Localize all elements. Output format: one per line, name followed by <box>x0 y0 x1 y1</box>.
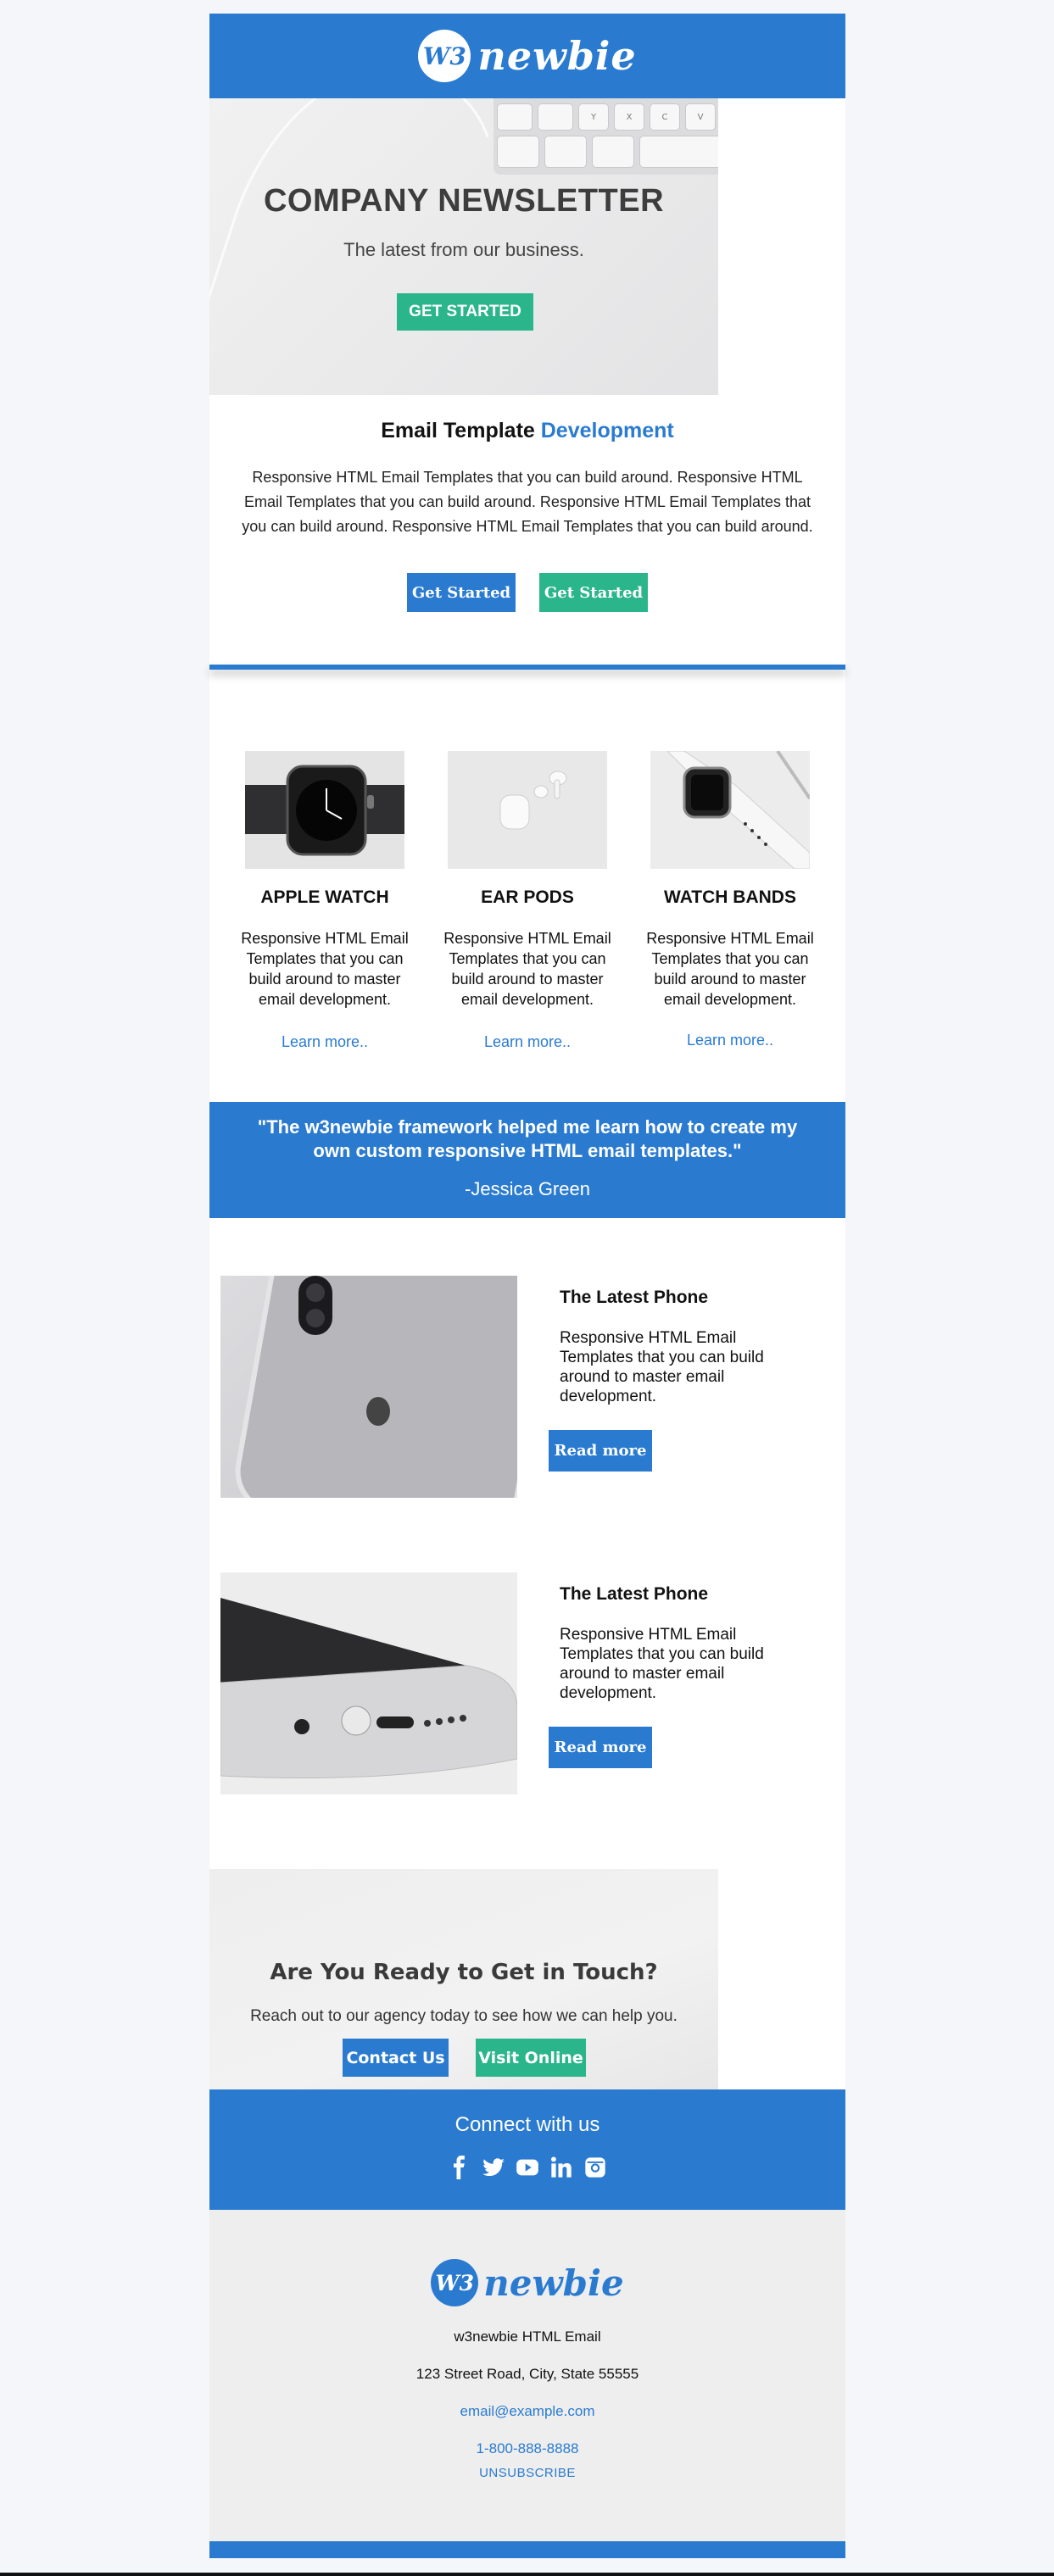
social-icons <box>209 2156 845 2179</box>
learn-more-link[interactable]: Learn more.. <box>640 1032 820 1049</box>
contact-section: Are You Ready to Get in Touch? Reach out… <box>209 1869 718 2089</box>
logo-wordmark: newbie <box>477 33 637 79</box>
phone-icon <box>235 1276 517 1498</box>
testimonial-quote: "The w3newbie framework helped me learn … <box>257 1116 798 1161</box>
keyboard-key <box>592 136 634 168</box>
keyboard-key: Y <box>578 103 609 131</box>
social-section: Connect with us <box>209 2089 845 2210</box>
footer-company: w3newbie HTML Email <box>454 2328 601 2345</box>
read-more-button[interactable]: Read more <box>549 1430 652 1472</box>
intro-button-row: Get Started Get Started <box>235 573 820 612</box>
intro-section: Email Template Development Responsive HT… <box>209 395 845 612</box>
product-card: APPLE WATCH Responsive HTML Email Templa… <box>235 751 415 1051</box>
footer-logo-badge: W3 <box>431 2259 479 2306</box>
contact-title: Are You Ready to Get in Touch? <box>270 1960 658 1985</box>
keyboard-key <box>497 136 539 168</box>
earpods-icon <box>499 771 567 830</box>
social-title: Connect with us <box>455 2113 600 2136</box>
intro-title-plain: Email Template <box>381 419 541 442</box>
watch-bands-image <box>650 751 810 869</box>
article-title: The Latest Phone <box>560 1584 709 1604</box>
phone-port-icon <box>220 1598 517 1778</box>
facebook-icon[interactable] <box>448 2156 471 2179</box>
footer-address: 123 Street Road, City, State 55555 <box>415 2366 639 2382</box>
contact-us-button[interactable]: Contact Us <box>343 2039 449 2077</box>
article-body: Responsive HTML Email Templates that you… <box>560 1329 764 1405</box>
keyboard-key: V <box>685 103 716 131</box>
keyboard-key: C <box>650 103 680 131</box>
visit-online-button[interactable]: Visit Online <box>476 2039 586 2077</box>
ear-pods-image <box>448 751 607 869</box>
article-row: The Latest Phone Responsive HTML Email T… <box>209 1276 845 1572</box>
footer-bottom-bar <box>209 2541 845 2558</box>
get-started-hero-button[interactable]: GET STARTED <box>397 293 533 331</box>
keyboard-key <box>497 103 533 131</box>
keyboard-key <box>639 136 718 168</box>
intro-title-highlight: Development <box>540 419 674 442</box>
article-text: The Latest Phone Responsive HTML Email T… <box>560 1288 797 1406</box>
read-more-button[interactable]: Read more <box>549 1727 652 1768</box>
apple-watch-image <box>245 751 404 869</box>
article-title: The Latest Phone <box>560 1288 709 1307</box>
email-container: W3 newbie Y X C V COMPANY NEWSLETTER The… <box>209 14 845 2558</box>
youtube-icon[interactable] <box>516 2156 539 2179</box>
product-body: Responsive HTML Email Templates that you… <box>443 930 611 1008</box>
instagram-icon[interactable] <box>583 2156 607 2179</box>
header-bar: W3 newbie <box>209 14 845 98</box>
product-body: Responsive HTML Email Templates that you… <box>241 930 409 1008</box>
learn-more-link[interactable]: Learn more.. <box>438 1033 617 1051</box>
article-row: The Latest Phone Responsive HTML Email T… <box>209 1572 845 1869</box>
linkedin-icon[interactable] <box>549 2156 573 2179</box>
footer-phone-link[interactable]: 1-800-888-8888 <box>209 2440 845 2457</box>
unsubscribe-link[interactable]: UNSUBSCRIBE <box>209 2466 845 2480</box>
page-baseline <box>0 2573 1054 2576</box>
keyboard-key <box>538 103 573 131</box>
keyboard-graphic: Y X C V <box>494 98 718 175</box>
product-title: WATCH BANDS <box>664 887 796 907</box>
product-body: Responsive HTML Email Templates that you… <box>646 930 814 1008</box>
get-started-secondary-button[interactable]: Get Started <box>539 573 648 612</box>
contact-body: Reach out to our agency today to see how… <box>250 2007 678 2025</box>
intro-body: Responsive HTML Email Templates that you… <box>242 469 813 535</box>
article-text: The Latest Phone Responsive HTML Email T… <box>560 1584 797 1703</box>
brand-logo[interactable]: W3 newbie <box>418 30 636 82</box>
keyboard-key <box>544 136 587 168</box>
hero-subtitle: The latest from our business. <box>343 239 584 260</box>
product-card: EAR PODS Responsive HTML Email Templates… <box>438 751 617 1051</box>
product-title: EAR PODS <box>481 887 574 907</box>
footer-logo-wordmark: newbie <box>483 2262 624 2304</box>
testimonial-author: -Jessica Green <box>465 1178 590 1199</box>
footer-email-link[interactable]: email@example.com <box>209 2403 845 2420</box>
intro-title: Email Template Development <box>235 419 820 443</box>
testimonial-banner: "The w3newbie framework helped me learn … <box>209 1102 845 1218</box>
phone-bottom-image <box>220 1572 517 1794</box>
watch-band-icon <box>666 751 810 869</box>
logo-badge: W3 <box>418 30 471 82</box>
hero-title: COMPANY NEWSLETTER <box>263 183 665 219</box>
learn-more-link[interactable]: Learn more.. <box>235 1033 415 1051</box>
get-started-primary-button[interactable]: Get Started <box>407 573 516 612</box>
watch-icon <box>245 765 404 856</box>
phone-back-image <box>220 1276 517 1498</box>
products-section: APPLE WATCH Responsive HTML Email Templa… <box>209 670 845 1102</box>
keyboard-key: X <box>614 103 644 131</box>
footer-logo[interactable]: W3 newbie <box>431 2259 624 2306</box>
footer: W3 newbie w3newbie HTML Email 123 Street… <box>209 2210 845 2541</box>
hero-banner: Y X C V COMPANY NEWSLETTER The latest fr… <box>209 98 718 395</box>
twitter-icon[interactable] <box>482 2156 505 2179</box>
product-card: WATCH BANDS Responsive HTML Email Templa… <box>640 751 820 1051</box>
article-body: Responsive HTML Email Templates that you… <box>560 1626 764 1702</box>
product-title: APPLE WATCH <box>260 887 389 907</box>
